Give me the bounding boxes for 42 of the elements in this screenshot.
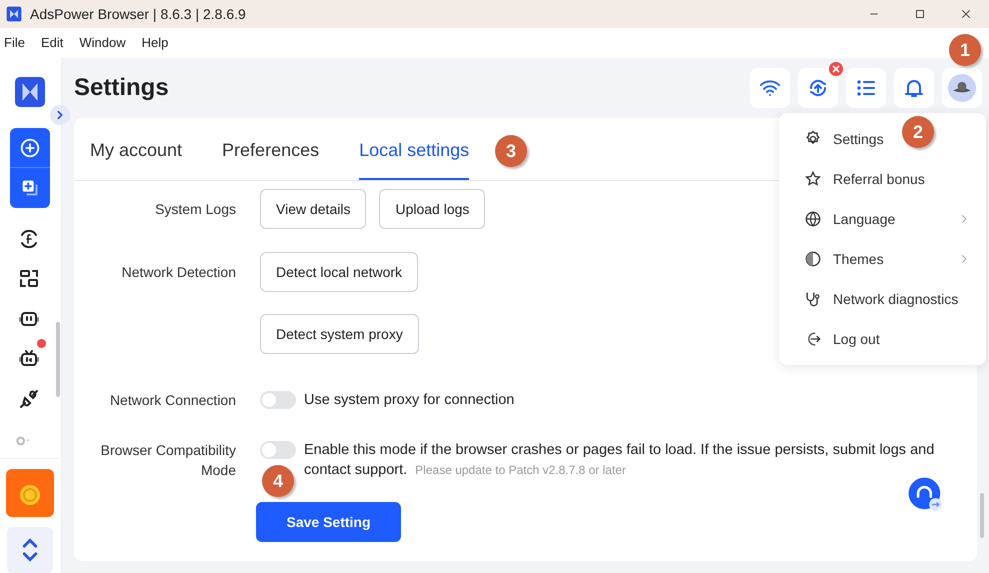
window-title: AdsPower Browser | 8.6.3 | 2.8.6.9 (30, 4, 246, 24)
toolbar-button[interactable] (846, 68, 886, 108)
menu-item[interactable]: Log out (779, 319, 986, 359)
toggle-switch[interactable] (260, 441, 296, 459)
contrast-icon (803, 249, 823, 269)
field-label: Browser Compatibility Mode (100, 441, 236, 480)
field-label: System Logs (154, 200, 236, 219)
plug-icon[interactable] (17, 387, 41, 411)
outline-button[interactable]: Detect system proxy (260, 314, 419, 354)
app-logo-icon (15, 77, 45, 107)
menu-item[interactable]: Themes (779, 239, 986, 279)
menu-item[interactable]: Language (779, 199, 986, 239)
outline-button[interactable]: View details (260, 189, 366, 229)
step-marker: 1 (949, 34, 981, 66)
menu-item[interactable]: Edit (40, 33, 64, 53)
menu-item[interactable]: Referral bonus (779, 159, 986, 199)
toggle-switch[interactable] (260, 391, 296, 409)
tab[interactable]: Preferences (222, 136, 320, 180)
globe-icon (803, 209, 823, 229)
field-label: Network Detection (120, 263, 236, 282)
menu-item[interactable]: Help (142, 33, 168, 53)
expand-icon[interactable] (50, 105, 70, 125)
menu-item[interactable]: Network diagnostics (779, 279, 986, 319)
tab[interactable]: Local settings (359, 136, 470, 180)
toolbar-button[interactable] (894, 68, 934, 108)
scrollbar (980, 493, 984, 538)
field-label: Network Connection (108, 391, 236, 410)
collapse-icon[interactable] (6, 527, 54, 573)
avatar-button[interactable] (942, 68, 982, 108)
save-button[interactable]: Save Setting (256, 502, 401, 542)
menu-item[interactable]: Window (79, 33, 126, 53)
app-logo-icon (6, 6, 22, 22)
outline-button[interactable]: Upload logs (379, 189, 486, 229)
outline-button[interactable]: Detect local network (260, 252, 418, 292)
setting-description: Enable this mode if the browser crashes or pages fail to load. If the issue persists, submit logs and contact support. Please update to Patch v2.8.7.8 or later (304, 441, 936, 480)
tab[interactable]: My account (90, 136, 182, 180)
support-icon[interactable] (907, 476, 945, 514)
menu-item[interactable]: File (4, 33, 25, 53)
toolbar-button[interactable] (798, 68, 838, 108)
page-title: Settings (74, 73, 169, 103)
setting-description: Use system proxy for connection (304, 391, 516, 410)
toolbar-button[interactable] (750, 68, 790, 108)
